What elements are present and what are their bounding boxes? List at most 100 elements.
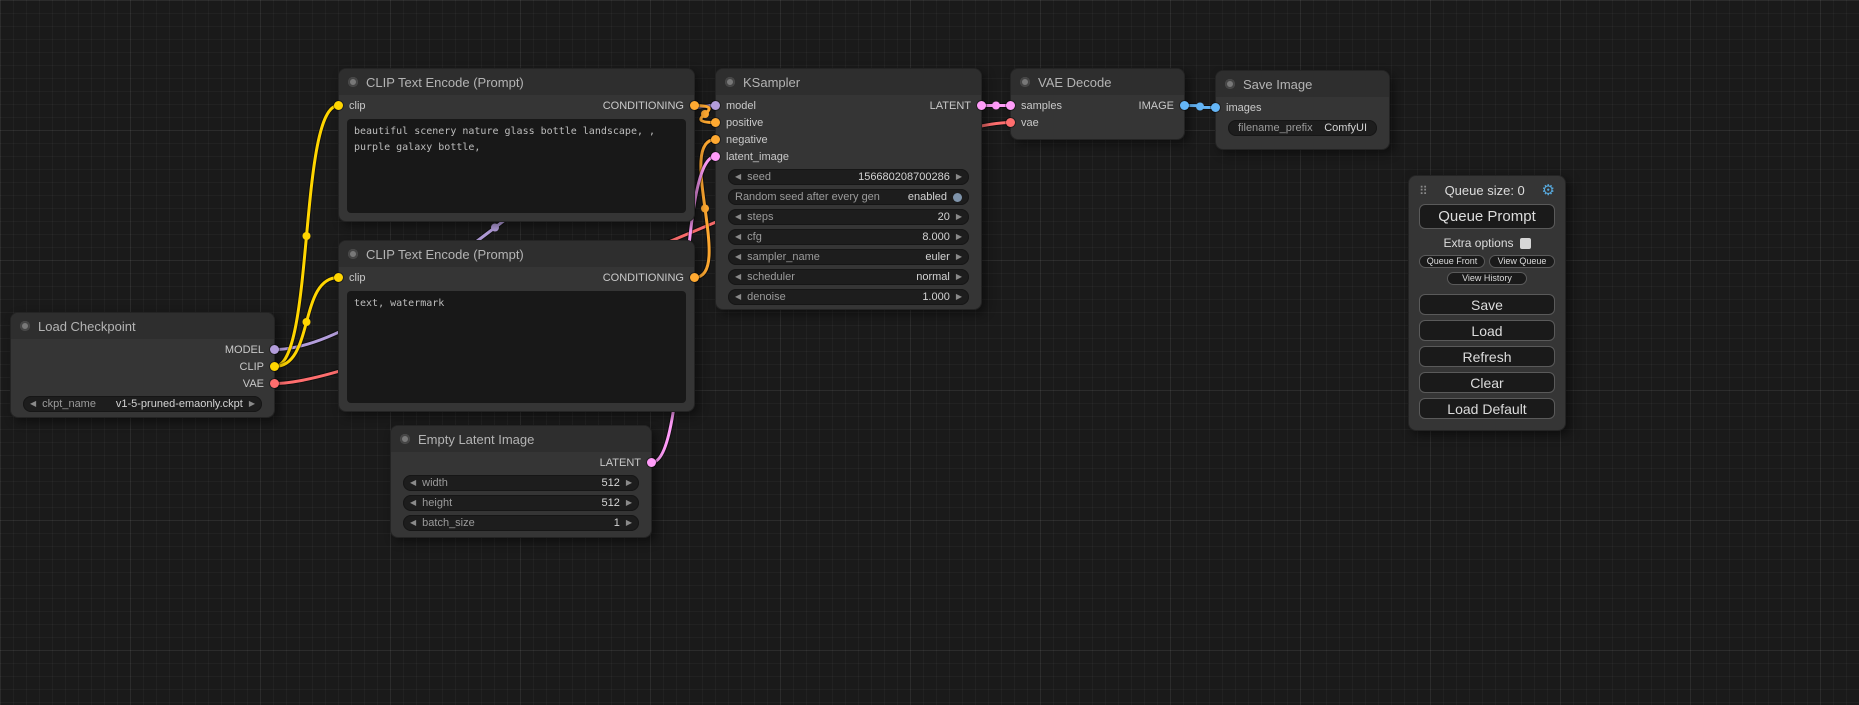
settings-gear-icon[interactable]: ⚙ xyxy=(1542,183,1555,198)
node-save-image[interactable]: Save Image images filename_prefix ComfyU… xyxy=(1215,70,1390,150)
increment-arrow-icon[interactable]: ▶ xyxy=(956,273,962,281)
input-dot-latent-image[interactable] xyxy=(711,152,720,161)
cfg-widget[interactable]: ◀ cfg 8.000 ▶ xyxy=(728,229,969,245)
decrement-arrow-icon[interactable]: ◀ xyxy=(735,253,741,261)
node-load-checkpoint[interactable]: Load Checkpoint MODEL CLIP VAE xyxy=(10,312,275,418)
increment-arrow-icon[interactable]: ▶ xyxy=(956,213,962,221)
save-button[interactable]: Save xyxy=(1419,294,1555,315)
node-titlebar[interactable]: Load Checkpoint xyxy=(11,313,274,339)
input-dot-clip[interactable] xyxy=(334,273,343,282)
output-dot-image[interactable] xyxy=(1180,101,1189,110)
increment-arrow-icon[interactable]: ▶ xyxy=(956,253,962,261)
toggle-dot[interactable] xyxy=(953,193,962,202)
node-vae-decode[interactable]: VAE Decode samples IMAGE vae xyxy=(1010,68,1185,140)
link-midpoint-dot[interactable] xyxy=(992,102,1000,110)
queue-prompt-button[interactable]: Queue Prompt xyxy=(1419,204,1555,229)
clear-button[interactable]: Clear xyxy=(1419,372,1555,393)
decrement-arrow-icon[interactable]: ◀ xyxy=(410,519,416,527)
width-widget[interactable]: ◀ width 512 ▶ xyxy=(403,475,639,491)
input-dot-negative[interactable] xyxy=(711,135,720,144)
slot-row: CLIP xyxy=(11,358,274,375)
increment-arrow-icon[interactable]: ▶ xyxy=(626,479,632,487)
input-dot-vae[interactable] xyxy=(1006,118,1015,127)
node-title: Load Checkpoint xyxy=(38,319,136,334)
filename-prefix-widget[interactable]: filename_prefix ComfyUI xyxy=(1228,120,1377,136)
node-titlebar[interactable]: Empty Latent Image xyxy=(391,426,651,452)
output-dot-clip[interactable] xyxy=(270,362,279,371)
steps-widget[interactable]: ◀ steps 20 ▶ xyxy=(728,209,969,225)
load-button[interactable]: Load xyxy=(1419,320,1555,341)
input-dot-clip[interactable] xyxy=(334,101,343,110)
decrement-arrow-icon[interactable]: ◀ xyxy=(735,213,741,221)
decrement-arrow-icon[interactable]: ◀ xyxy=(410,479,416,487)
increment-arrow-icon[interactable]: ▶ xyxy=(249,400,255,408)
queue-front-button[interactable]: Queue Front xyxy=(1419,255,1485,268)
input-dot-positive[interactable] xyxy=(711,118,720,127)
load-default-button[interactable]: Load Default xyxy=(1419,398,1555,419)
collapse-dot[interactable] xyxy=(1225,79,1235,89)
link-midpoint-dot[interactable] xyxy=(701,110,709,118)
output-label-clip: CLIP xyxy=(240,361,264,373)
decrement-arrow-icon[interactable]: ◀ xyxy=(735,293,741,301)
increment-arrow-icon[interactable]: ▶ xyxy=(626,519,632,527)
link-midpoint-dot[interactable] xyxy=(491,224,499,232)
output-dot-latent[interactable] xyxy=(977,101,986,110)
node-titlebar[interactable]: KSampler xyxy=(716,69,981,95)
decrement-arrow-icon[interactable]: ◀ xyxy=(735,233,741,241)
sampler-name-widget[interactable]: ◀ sampler_name euler ▶ xyxy=(728,249,969,265)
input-label-samples: samples xyxy=(1021,100,1062,112)
node-titlebar[interactable]: CLIP Text Encode (Prompt) xyxy=(339,69,694,95)
ckpt-name-widget[interactable]: ◀ ckpt_name v1-5-pruned-emaonly.ckpt ▶ xyxy=(23,396,262,412)
increment-arrow-icon[interactable]: ▶ xyxy=(956,173,962,181)
batch-size-widget[interactable]: ◀ batch_size 1 ▶ xyxy=(403,515,639,531)
collapse-dot[interactable] xyxy=(20,321,30,331)
output-dot-vae[interactable] xyxy=(270,379,279,388)
node-titlebar[interactable]: VAE Decode xyxy=(1011,69,1184,95)
link-midpoint-dot[interactable] xyxy=(1196,103,1204,111)
view-history-button[interactable]: View History xyxy=(1447,272,1527,285)
node-titlebar[interactable]: Save Image xyxy=(1216,71,1389,97)
collapse-dot[interactable] xyxy=(1020,77,1030,87)
increment-arrow-icon[interactable]: ▶ xyxy=(956,293,962,301)
output-dot-conditioning[interactable] xyxy=(690,101,699,110)
decrement-arrow-icon[interactable]: ◀ xyxy=(410,499,416,507)
refresh-button[interactable]: Refresh xyxy=(1419,346,1555,367)
increment-arrow-icon[interactable]: ▶ xyxy=(626,499,632,507)
decrement-arrow-icon[interactable]: ◀ xyxy=(735,273,741,281)
collapse-dot[interactable] xyxy=(348,77,358,87)
decrement-arrow-icon[interactable]: ◀ xyxy=(30,400,36,408)
input-dot-model[interactable] xyxy=(711,101,720,110)
node-ksampler[interactable]: KSampler model LATENT positive xyxy=(715,68,982,310)
denoise-widget[interactable]: ◀ denoise 1.000 ▶ xyxy=(728,289,969,305)
node-titlebar[interactable]: CLIP Text Encode (Prompt) xyxy=(339,241,694,267)
input-dot-images[interactable] xyxy=(1211,103,1220,112)
widget-label: sampler_name xyxy=(747,251,820,263)
collapse-dot[interactable] xyxy=(348,249,358,259)
output-dot-conditioning[interactable] xyxy=(690,273,699,282)
prompt-textarea[interactable]: beautiful scenery nature glass bottle la… xyxy=(347,119,686,213)
input-label-latent-image: latent_image xyxy=(726,151,789,163)
seed-widget[interactable]: ◀ seed 156680208700286 ▶ xyxy=(728,169,969,185)
output-dot-model[interactable] xyxy=(270,345,279,354)
output-dot-latent[interactable] xyxy=(647,458,656,467)
link-midpoint-dot[interactable] xyxy=(701,205,709,213)
drag-handle-icon[interactable]: ⠿ xyxy=(1419,184,1428,198)
link-midpoint-dot[interactable] xyxy=(303,318,311,326)
prompt-textarea[interactable]: text, watermark xyxy=(347,291,686,403)
increment-arrow-icon[interactable]: ▶ xyxy=(956,233,962,241)
collapse-dot[interactable] xyxy=(400,434,410,444)
node-clip-text-encode-positive[interactable]: CLIP Text Encode (Prompt) clip CONDITION… xyxy=(338,68,695,222)
node-canvas[interactable]: Load Checkpoint MODEL CLIP VAE xyxy=(0,0,1859,705)
collapse-dot[interactable] xyxy=(725,77,735,87)
node-empty-latent-image[interactable]: Empty Latent Image LATENT ◀ width 512 ▶ … xyxy=(390,425,652,538)
extra-options-checkbox[interactable] xyxy=(1520,238,1531,249)
scheduler-widget[interactable]: ◀ scheduler normal ▶ xyxy=(728,269,969,285)
height-widget[interactable]: ◀ height 512 ▶ xyxy=(403,495,639,511)
link-midpoint-dot[interactable] xyxy=(303,232,311,240)
node-title: CLIP Text Encode (Prompt) xyxy=(366,75,524,90)
node-clip-text-encode-negative[interactable]: CLIP Text Encode (Prompt) clip CONDITION… xyxy=(338,240,695,412)
input-dot-samples[interactable] xyxy=(1006,101,1015,110)
random-seed-toggle-widget[interactable]: Random seed after every gen enabled xyxy=(728,189,969,205)
view-queue-button[interactable]: View Queue xyxy=(1489,255,1555,268)
decrement-arrow-icon[interactable]: ◀ xyxy=(735,173,741,181)
